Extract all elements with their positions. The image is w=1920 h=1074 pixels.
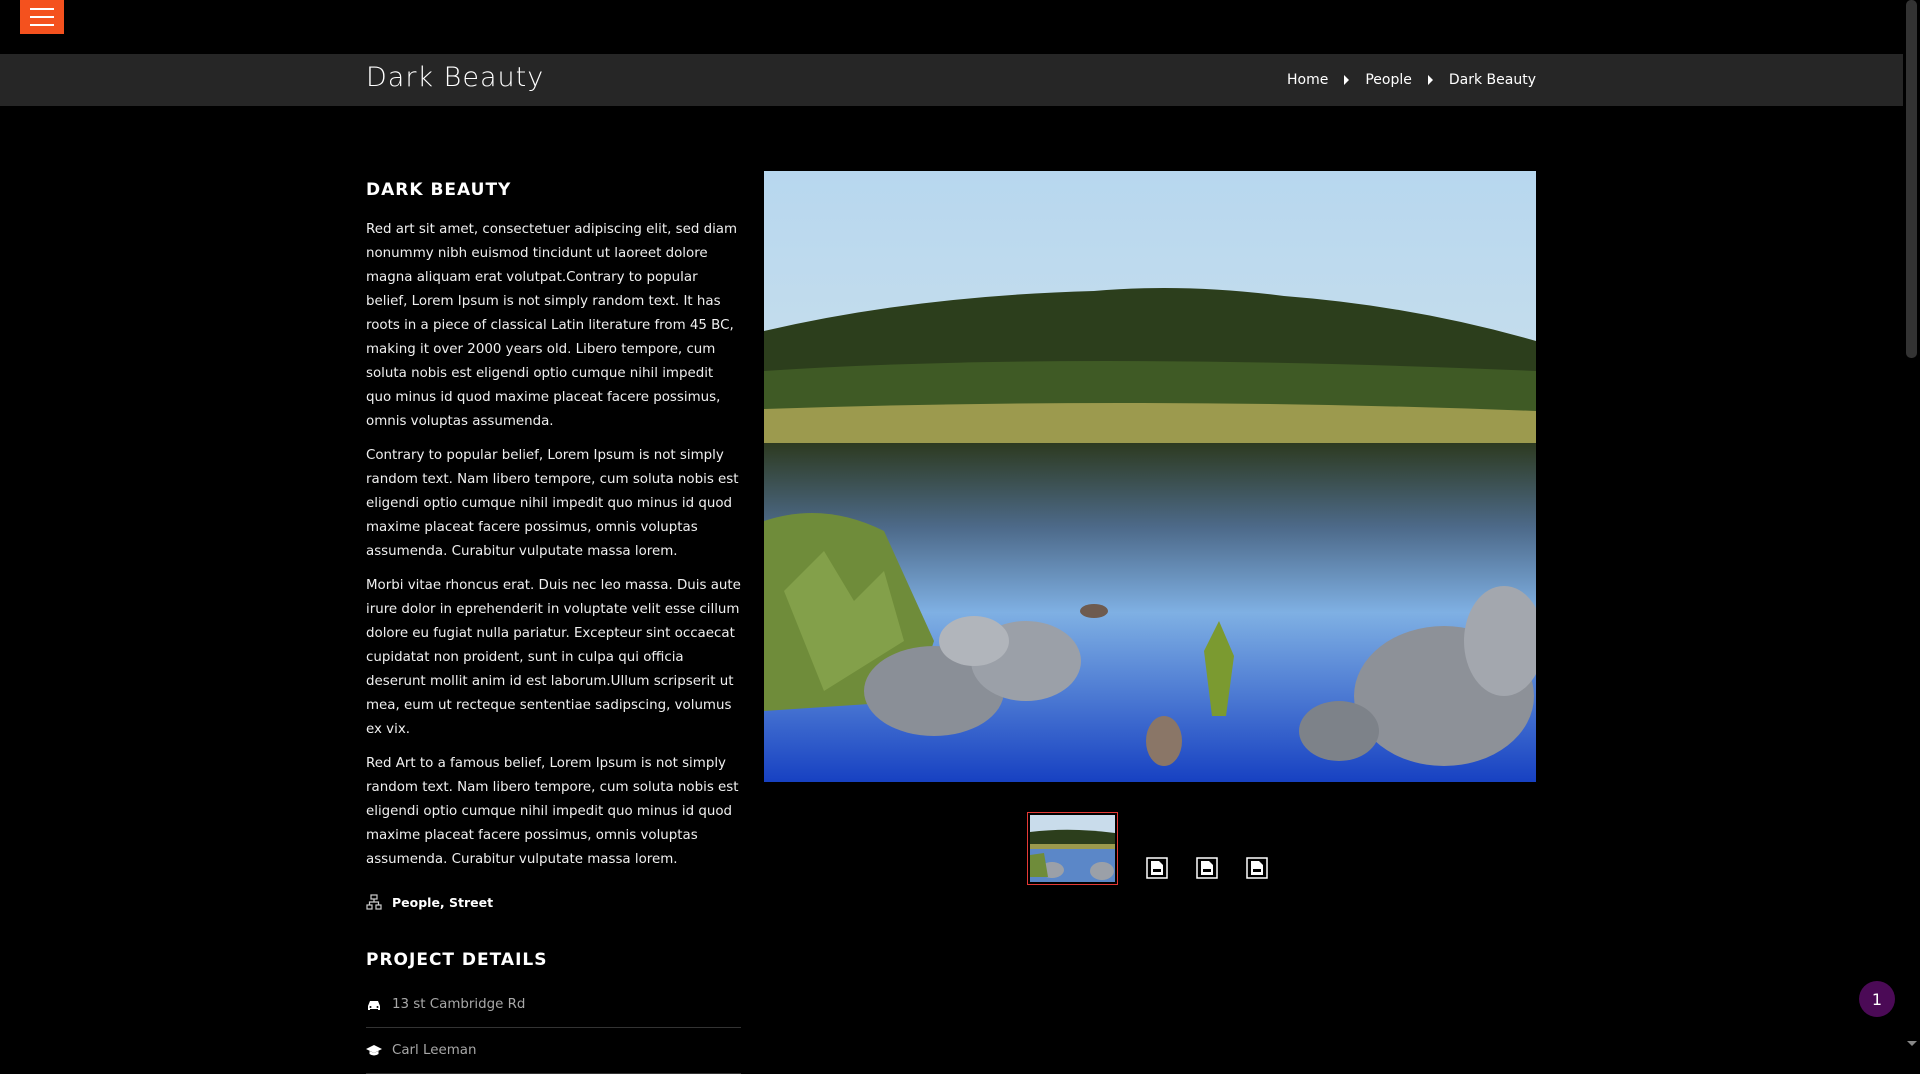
- scroll-down-arrow-icon[interactable]: [1907, 1041, 1917, 1046]
- scrollbar-thumb[interactable]: [1906, 0, 1917, 358]
- page-title-bar: Dark Beauty Home People Dark Beauty: [0, 54, 1903, 106]
- categories-links[interactable]: People, Street: [392, 895, 493, 910]
- graduation-cap-icon: [366, 1044, 382, 1055]
- page-scrollbar[interactable]: [1903, 0, 1920, 1048]
- project-categories: People, Street: [366, 894, 741, 910]
- breadcrumb-current: Dark Beauty: [1448, 72, 1536, 88]
- car-icon: [368, 1000, 380, 1010]
- breadcrumb-separator-icon: [1427, 75, 1433, 85]
- breadcrumb-people-link[interactable]: People: [1365, 72, 1412, 88]
- detail-row-client: Carl Leeman: [366, 1028, 741, 1074]
- broken-image-icon: [1146, 856, 1168, 879]
- thumbnail-4[interactable]: [1246, 856, 1268, 879]
- hamburger-icon-line: [30, 16, 54, 18]
- lake-landscape-painting: [764, 171, 1536, 782]
- thumbnail-image: [1030, 815, 1115, 882]
- project-description: Red art sit amet, consectetuer adipiscin…: [366, 218, 741, 872]
- main-project-image[interactable]: [764, 171, 1536, 782]
- description-paragraph: Red art sit amet, consectetuer adipiscin…: [366, 222, 738, 429]
- hamburger-icon-line: [30, 8, 54, 10]
- project-details-title: PROJECT DETAILS: [366, 950, 548, 970]
- broken-image-icon: [1196, 856, 1218, 879]
- project-info: DARK BEAUTY Red art sit amet, consectetu…: [366, 150, 741, 1074]
- hamburger-menu-button[interactable]: [20, 0, 64, 34]
- broken-image-icon: [1246, 856, 1268, 879]
- detail-row-address: 13 st Cambridge Rd: [366, 982, 741, 1028]
- detail-client-text: Carl Leeman: [392, 1043, 477, 1058]
- hamburger-icon-line: [30, 24, 54, 26]
- breadcrumb-home-link[interactable]: Home: [1287, 72, 1328, 88]
- thumbnail-2[interactable]: [1146, 856, 1168, 879]
- breadcrumb: Home People Dark Beauty: [1287, 72, 1536, 88]
- thumbnail-1-active[interactable]: [1027, 812, 1118, 885]
- detail-address-text: 13 st Cambridge Rd: [392, 997, 526, 1012]
- thumbnail-3[interactable]: [1196, 856, 1218, 879]
- gallery-thumbnails: [1027, 812, 1268, 885]
- page-title: Dark Beauty: [366, 62, 545, 93]
- notification-badge[interactable]: 1: [1859, 981, 1895, 1017]
- top-bar: [0, 0, 1903, 54]
- description-paragraph: Contrary to popular belief, Lorem Ipsum …: [366, 448, 739, 559]
- description-paragraph: Morbi vitae rhoncus erat. Duis nec leo m…: [366, 578, 741, 737]
- breadcrumb-separator-icon: [1344, 75, 1350, 85]
- project-title: DARK BEAUTY: [366, 180, 512, 200]
- sitemap-icon: [366, 894, 382, 910]
- description-paragraph: Red Art to a famous belief, Lorem Ipsum …: [366, 756, 739, 867]
